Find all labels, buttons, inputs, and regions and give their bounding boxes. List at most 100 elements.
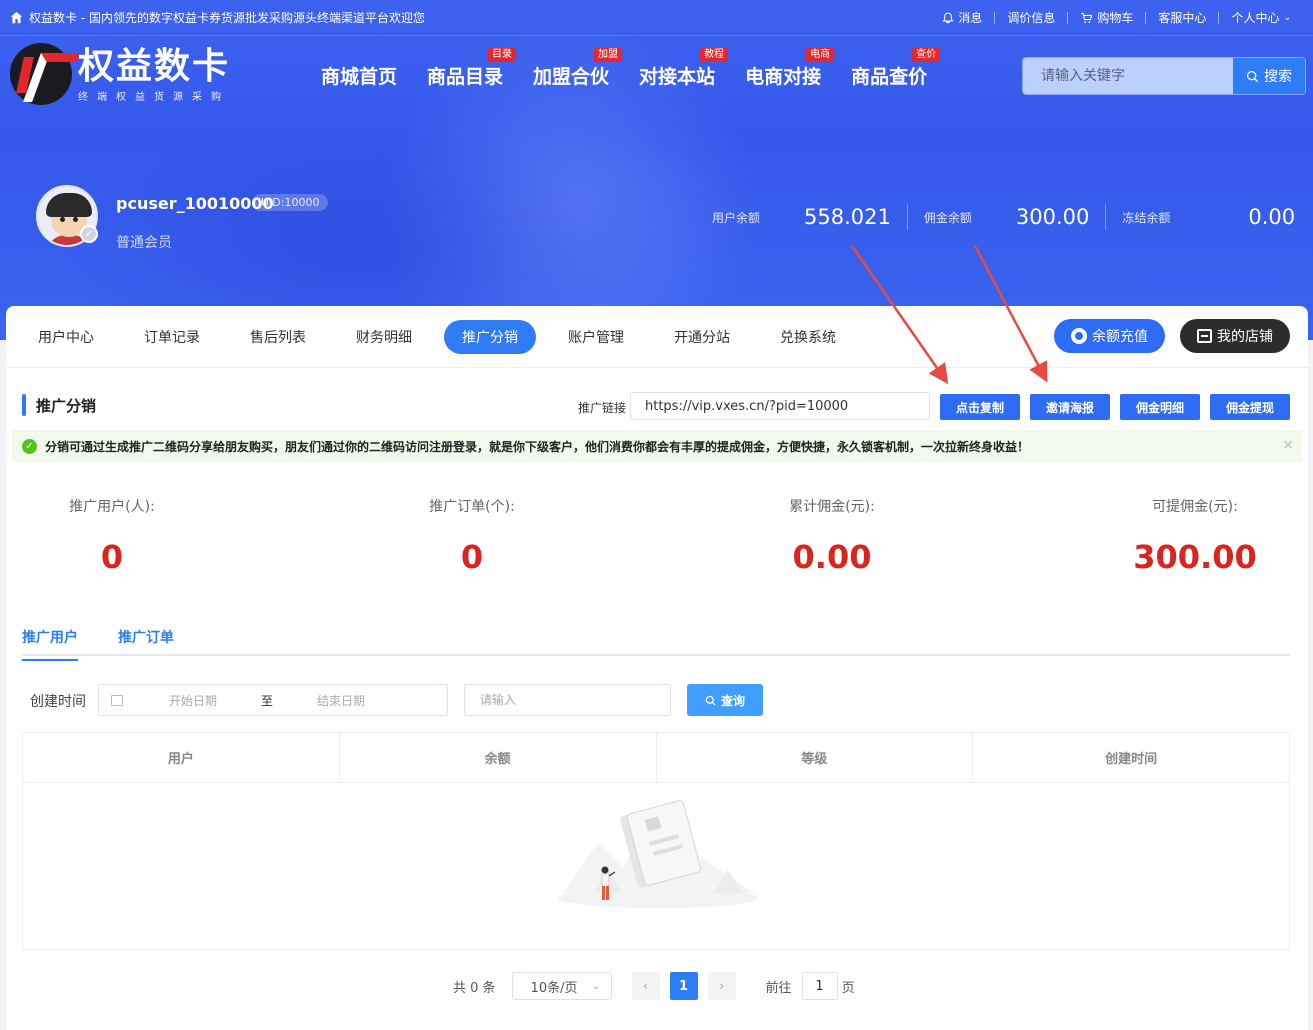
messages-link[interactable]: 消息 bbox=[930, 9, 994, 26]
frozen-value: 0.00 bbox=[1248, 205, 1296, 229]
filter-label: 创建时间 bbox=[30, 694, 86, 710]
nav-franchise[interactable]: 加盟合伙 加盟 bbox=[518, 48, 624, 101]
keyword-input[interactable] bbox=[464, 684, 671, 716]
nav-integration[interactable]: 对接本站 教程 bbox=[624, 48, 730, 101]
chevron-down-icon: ⌄ bbox=[1283, 12, 1291, 23]
balance-value: 558.021 bbox=[804, 205, 891, 229]
section-title: 推广分销 bbox=[36, 396, 97, 415]
empty-state-illustration bbox=[558, 800, 758, 908]
withdraw-button[interactable]: 佣金提现 bbox=[1210, 394, 1290, 420]
page-size-select[interactable]: 10条/页 ⌄ bbox=[511, 972, 612, 1000]
next-page-button[interactable]: › bbox=[707, 972, 736, 1000]
copy-button[interactable]: 点击复制 bbox=[940, 394, 1020, 420]
site-welcome-text: 权益数卡 - 国内领先的数字权益卡券货源批发采购源头终端渠道平台欢迎您 bbox=[29, 11, 425, 25]
username: pcuser_10010000 bbox=[116, 194, 274, 213]
tab-after-sales[interactable]: 售后列表 bbox=[232, 320, 324, 354]
calendar-icon bbox=[111, 694, 123, 706]
total-count: 共 0 条 bbox=[453, 980, 496, 996]
close-icon[interactable]: × bbox=[1282, 437, 1294, 453]
end-date: 结束日期 bbox=[317, 693, 366, 708]
table-header: 用户 余额 等级 创建时间 bbox=[23, 733, 1289, 783]
nav-badge: 教程 bbox=[700, 48, 729, 62]
search-icon bbox=[1246, 70, 1259, 82]
stat-promo-orders: 推广订单(个): 0 bbox=[429, 499, 515, 576]
cart-icon bbox=[1081, 12, 1093, 23]
frozen-label: 冻结余额 bbox=[1122, 210, 1171, 225]
page-suffix: 页 bbox=[841, 980, 855, 996]
section-header: 推广分销 bbox=[22, 394, 96, 416]
bell-icon bbox=[942, 12, 954, 23]
stat-available-commission: 可提佣金(元): 300.00 bbox=[1133, 499, 1257, 576]
tab-finance[interactable]: 财务明细 bbox=[338, 320, 430, 354]
tab-exchange[interactable]: 兑换系统 bbox=[762, 320, 854, 354]
promo-users-table: 用户 余额 等级 创建时间 bbox=[22, 732, 1290, 950]
tab-promotion[interactable]: 推广分销 bbox=[444, 319, 536, 354]
my-shop-button[interactable]: 我的店铺 bbox=[1180, 319, 1290, 353]
verified-icon: ✓ bbox=[80, 225, 98, 243]
subtab-promo-users[interactable]: 推广用户 bbox=[22, 627, 78, 661]
search-input[interactable] bbox=[1023, 58, 1233, 94]
column-balance: 余额 bbox=[340, 733, 657, 782]
search-box: 搜索 bbox=[1022, 57, 1306, 95]
nav-catalog[interactable]: 商品目录 目录 bbox=[412, 48, 518, 101]
nav-price-check[interactable]: 商品查价 查价 bbox=[836, 48, 942, 101]
member-level: 普通会员 bbox=[116, 235, 172, 251]
promotion-subtabs: 推广用户 推广订单 bbox=[22, 624, 1290, 661]
logo-mark-icon bbox=[10, 43, 72, 105]
goto-page-input[interactable]: 1 bbox=[801, 972, 838, 1000]
subtab-promo-orders[interactable]: 推广订单 bbox=[118, 627, 174, 659]
wallet-icon bbox=[1071, 328, 1087, 344]
tab-user-center[interactable]: 用户中心 bbox=[20, 320, 112, 354]
query-button[interactable]: 查询 bbox=[687, 684, 763, 716]
notice-text: 分销可通过生成推广二维码分享给朋友购买，朋友们通过你的二维码访问注册登录，就是你… bbox=[45, 439, 1030, 454]
tab-orders[interactable]: 订单记录 bbox=[126, 320, 218, 354]
stat-promo-users: 推广用户(人): 0 bbox=[69, 499, 155, 576]
chevron-right-icon: › bbox=[718, 978, 725, 994]
nav-badge: 查价 bbox=[912, 48, 941, 62]
info-notice: ✓ 分销可通过生成推广二维码分享给朋友购买，朋友们通过你的二维码访问注册登录，就… bbox=[12, 430, 1302, 462]
nav-badge: 目录 bbox=[488, 48, 517, 62]
balance-panel: 用户余额 558.021 佣金余额 300.00 冻结余额 0.00 bbox=[712, 204, 1295, 230]
cart-link[interactable]: 购物车 bbox=[1068, 9, 1145, 26]
main-card: 用户中心 订单记录 售后列表 财务明细 推广分销 账户管理 开通分站 兑换系统 … bbox=[6, 306, 1308, 1030]
prev-page-button[interactable]: ‹ bbox=[631, 972, 660, 1000]
nav-badge: 加盟 bbox=[594, 48, 623, 62]
price-update-link[interactable]: 调价信息 bbox=[995, 9, 1067, 26]
invite-poster-button[interactable]: 邀请海报 bbox=[1030, 394, 1110, 420]
chevron-left-icon: ‹ bbox=[642, 978, 649, 994]
search-icon bbox=[705, 695, 716, 705]
stat-total-commission: 累计佣金(元): 0.00 bbox=[789, 499, 875, 576]
main-nav: 商城首页 商品目录 目录 加盟合伙 加盟 对接本站 教程 电商对接 电商 商品查价 查价 bbox=[306, 48, 942, 101]
page-number-current[interactable]: 1 bbox=[669, 972, 698, 1000]
logo-name: 权益数卡 bbox=[78, 44, 231, 87]
promo-link-label: 推广链接 bbox=[578, 401, 627, 415]
commission-label: 佣金余额 bbox=[923, 210, 972, 225]
column-user: 用户 bbox=[23, 733, 340, 782]
chevron-down-icon: ⌄ bbox=[592, 980, 601, 992]
start-date: 开始日期 bbox=[169, 693, 218, 708]
pagination: 共 0 条 10条/页 ⌄ ‹ 1 › 前往 1 页 bbox=[453, 972, 855, 1000]
column-level: 等级 bbox=[657, 733, 974, 782]
tab-substation[interactable]: 开通分站 bbox=[656, 320, 748, 354]
uid-badge: UID:10000 bbox=[252, 194, 329, 211]
personal-center-link[interactable]: 个人中心 ⌄ bbox=[1219, 9, 1303, 26]
promo-link-field[interactable] bbox=[630, 392, 930, 420]
top-bar: 权益数卡 - 国内领先的数字权益卡券货源批发采购源头终端渠道平台欢迎您 消息 调… bbox=[0, 0, 1313, 36]
tab-account[interactable]: 账户管理 bbox=[550, 320, 642, 354]
goto-label: 前往 bbox=[765, 980, 792, 996]
logo-subtitle: 终端权益货源采购 bbox=[78, 91, 230, 103]
shop-icon bbox=[1197, 329, 1212, 343]
recharge-button[interactable]: 余额充值 bbox=[1054, 319, 1165, 353]
commission-detail-button[interactable]: 佣金明细 bbox=[1120, 394, 1200, 420]
commission-value: 300.00 bbox=[1015, 205, 1090, 229]
check-circle-icon: ✓ bbox=[22, 438, 37, 454]
column-created: 创建时间 bbox=[1105, 752, 1158, 767]
service-center-link[interactable]: 客服中心 bbox=[1146, 9, 1218, 26]
nav-ecommerce[interactable]: 电商对接 电商 bbox=[730, 48, 836, 101]
balance-label: 用户余额 bbox=[712, 210, 761, 225]
date-range-picker[interactable]: 开始日期 至 结束日期 bbox=[98, 684, 448, 716]
nav-home[interactable]: 商城首页 bbox=[306, 50, 412, 101]
site-logo[interactable]: 权益数卡 终端权益货源采购 bbox=[10, 42, 240, 106]
nav-badge: 电商 bbox=[806, 48, 835, 62]
search-button[interactable]: 搜索 bbox=[1233, 58, 1305, 94]
